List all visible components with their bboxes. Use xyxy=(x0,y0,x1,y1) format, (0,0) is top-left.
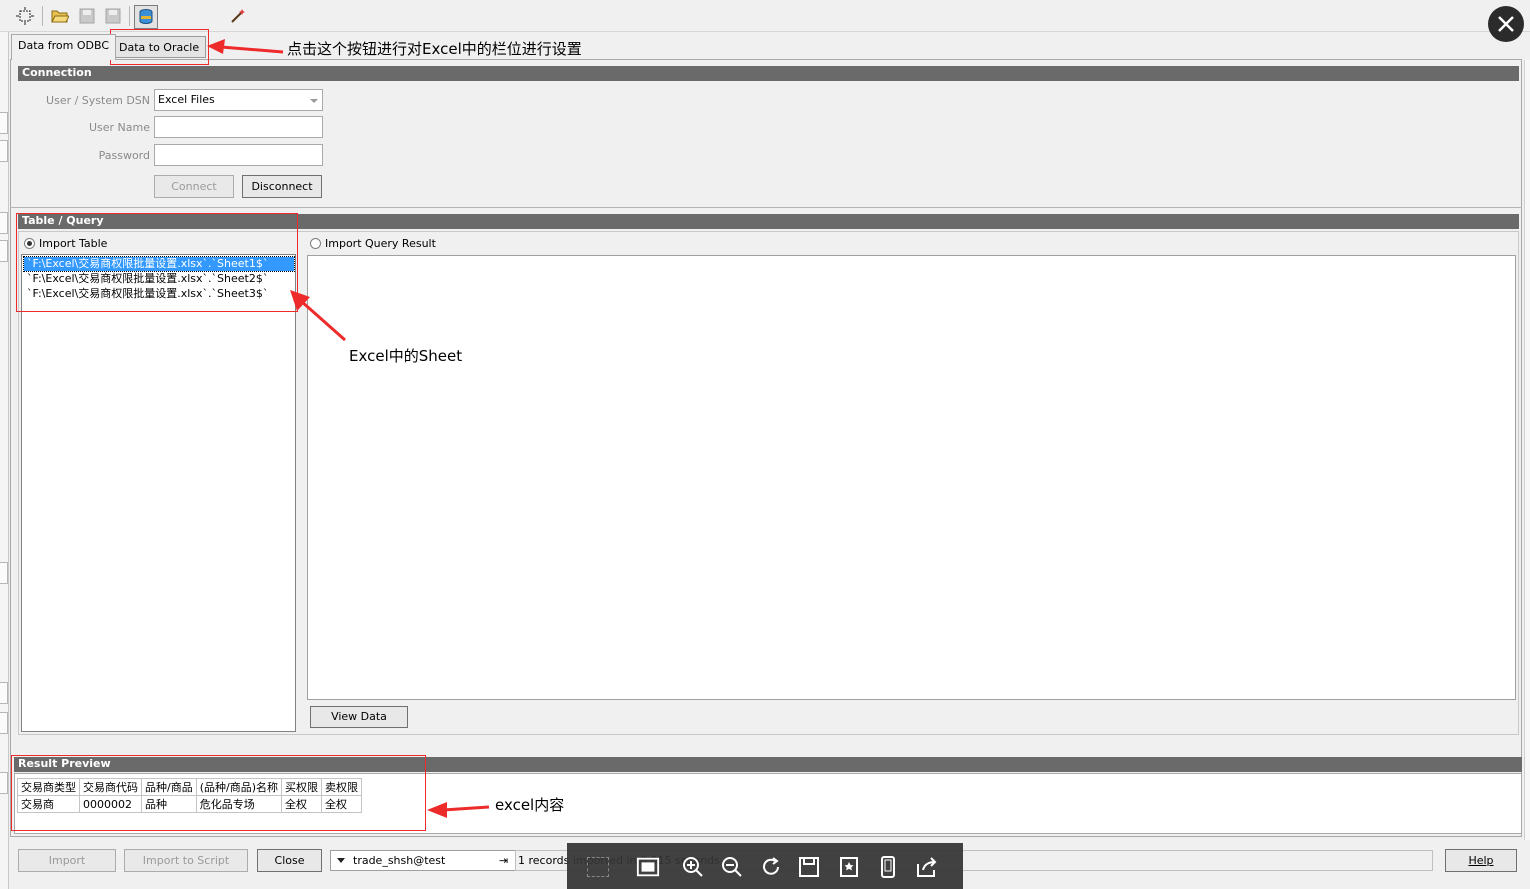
device-icon[interactable] xyxy=(876,855,900,879)
toolbar xyxy=(0,0,1530,32)
password-label: Password xyxy=(98,149,150,162)
new-icon[interactable] xyxy=(14,5,36,27)
annotation-arrow xyxy=(427,802,490,818)
close-button[interactable]: Close xyxy=(257,849,322,872)
view-data-button[interactable]: View Data xyxy=(310,706,408,728)
annotation-box-preview xyxy=(11,755,426,831)
database-icon[interactable] xyxy=(134,5,158,29)
tab-data-from-odbc[interactable]: Data from ODBC xyxy=(11,34,117,60)
table-list[interactable]: `F:\Excel\交易商权限批量设置.xlsx`.`Sheet1$` `F:\… xyxy=(21,254,296,732)
bookmark-icon[interactable] xyxy=(837,855,861,879)
close-viewer-button[interactable] xyxy=(1488,6,1524,42)
annotation-text: 点击这个按钮进行对Excel中的栏位进行设置 xyxy=(287,40,582,58)
chevron-down-icon xyxy=(310,99,318,103)
help-label: Help xyxy=(1468,854,1494,867)
dsn-select[interactable]: Excel Files xyxy=(154,89,323,111)
disconnect-button[interactable]: Disconnect xyxy=(242,175,322,198)
fit-screen-icon[interactable] xyxy=(636,855,660,879)
annotation-box-tab xyxy=(110,29,209,65)
connect-button[interactable]: Connect xyxy=(154,175,234,198)
user-name-label: User Name xyxy=(88,121,150,134)
background-window-edge xyxy=(0,32,9,889)
zoom-in-icon[interactable] xyxy=(681,855,705,879)
viewer-toolbar xyxy=(567,843,963,889)
connection-select[interactable]: trade_shsh@test ⇥ xyxy=(330,850,516,871)
annotation-box-sheets xyxy=(16,213,298,312)
chevron-down-icon xyxy=(337,858,345,863)
save-icon[interactable] xyxy=(797,855,821,879)
tab-label: Data from ODBC xyxy=(18,39,110,52)
connection-header: Connection xyxy=(18,66,1519,81)
connection-value: trade_shsh@test xyxy=(353,854,446,867)
close-icon xyxy=(1498,16,1514,32)
password-input[interactable] xyxy=(154,144,323,166)
dotted-frame-icon xyxy=(587,857,609,877)
import-to-script-button[interactable]: Import to Script xyxy=(124,849,248,872)
import-button[interactable]: Import xyxy=(18,849,116,872)
save-all-icon xyxy=(102,5,124,27)
dsn-value: Excel Files xyxy=(158,93,215,106)
user-name-input[interactable] xyxy=(154,116,323,138)
pin-icon: ⇥ xyxy=(499,854,509,867)
import-query-label: Import Query Result xyxy=(325,237,436,250)
magic-wand-icon[interactable] xyxy=(227,5,249,27)
annotation-arrow xyxy=(207,39,284,54)
annotation-text: excel内容 xyxy=(495,796,565,814)
save-icon xyxy=(76,5,98,27)
annotation-text: Excel中的Sheet xyxy=(349,347,463,365)
query-editor[interactable] xyxy=(307,255,1516,700)
dsn-label: User / System DSN xyxy=(46,94,150,107)
divider xyxy=(10,207,1522,208)
zoom-out-icon[interactable] xyxy=(720,855,744,879)
open-folder-icon[interactable] xyxy=(49,5,71,27)
rotate-icon[interactable] xyxy=(759,855,783,879)
help-button[interactable]: Help xyxy=(1445,849,1517,872)
right-edge xyxy=(1524,60,1530,840)
import-query-radio[interactable] xyxy=(310,238,321,249)
annotation-arrow xyxy=(290,290,346,342)
share-icon[interactable] xyxy=(915,855,939,879)
